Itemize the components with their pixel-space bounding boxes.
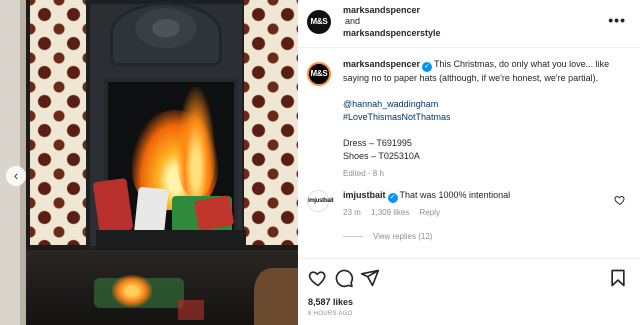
replies-line	[343, 236, 363, 238]
share-paper-plane-icon[interactable]	[360, 268, 380, 288]
view-replies-label: View replies (12)	[373, 232, 433, 241]
comment-time: 23 m	[343, 208, 361, 217]
comment-reply-button[interactable]: Reply	[420, 208, 440, 217]
view-replies-button[interactable]: View replies (12)	[343, 232, 432, 241]
wall	[0, 0, 26, 325]
caption-shoes-code: Shoes – T025310A	[343, 151, 420, 161]
comment-likes[interactable]: 1,309 likes	[371, 208, 409, 217]
header-username-secondary[interactable]: marksandspencerstyle	[343, 28, 441, 38]
post-time-ago: 8 HOURS AGO	[308, 311, 353, 317]
comment-verified-icon: ✓	[387, 193, 398, 203]
fireplace-tiles-left	[30, 0, 88, 245]
header-username-primary[interactable]: marksandspencer	[343, 5, 420, 15]
like-heart-icon[interactable]	[308, 268, 328, 288]
basket	[254, 268, 298, 325]
paper-hat-red	[92, 177, 134, 235]
post-header: M&S marksandspencer and marksandspencers…	[298, 0, 640, 48]
post-panel: M&S marksandspencer and marksandspencers…	[298, 0, 640, 325]
paper-hat-red-2	[193, 195, 235, 231]
fire-grate	[96, 230, 246, 252]
verified-icon: ✓	[422, 62, 433, 72]
caption-dress-code: Dress – T691995	[343, 138, 412, 148]
caption-avatar[interactable]: M&S	[307, 62, 331, 86]
likes-count[interactable]: 8,587 likes	[308, 297, 353, 307]
comment-like-heart-icon[interactable]	[614, 194, 626, 206]
fireplace-tiles-right	[244, 0, 298, 245]
comment-username[interactable]: imjustbait	[343, 190, 386, 200]
more-options-icon[interactable]: •••	[608, 12, 626, 28]
hearth-reflection-red	[178, 300, 204, 320]
fireplace-ornament	[110, 2, 222, 66]
save-bookmark-icon[interactable]	[608, 268, 628, 288]
header-and: and	[345, 16, 361, 26]
actions-divider	[298, 258, 640, 259]
comment-avatar[interactable]: imjustbait	[307, 190, 334, 212]
carousel-prev-button[interactable]: ‹	[6, 166, 26, 186]
comment-text: That was 1000% intentional	[399, 190, 511, 200]
avatar[interactable]: M&S	[307, 10, 331, 34]
post-media[interactable]: ‹	[0, 0, 298, 325]
comment-meta: 23 m 1,309 likes Reply	[343, 208, 448, 217]
caption-body: marksandspencer ✓ This Christmas, do only …	[343, 58, 623, 180]
caption-username[interactable]: marksandspencer	[343, 59, 420, 69]
caption-hashtag-link[interactable]: #LoveThismasNotThatmas	[343, 111, 623, 124]
fire-flame-tall	[176, 86, 216, 196]
hearth-reflection-fire	[112, 275, 152, 307]
caption-mention-link[interactable]: @hannah_waddingham	[343, 98, 623, 111]
caption-edited-time: Edited · 8 h	[343, 169, 384, 178]
post-actions	[298, 266, 640, 290]
comment-bubble-icon[interactable]	[334, 268, 354, 288]
comment-body: imjustbait ✓ That was 1000% intentional	[343, 190, 510, 203]
